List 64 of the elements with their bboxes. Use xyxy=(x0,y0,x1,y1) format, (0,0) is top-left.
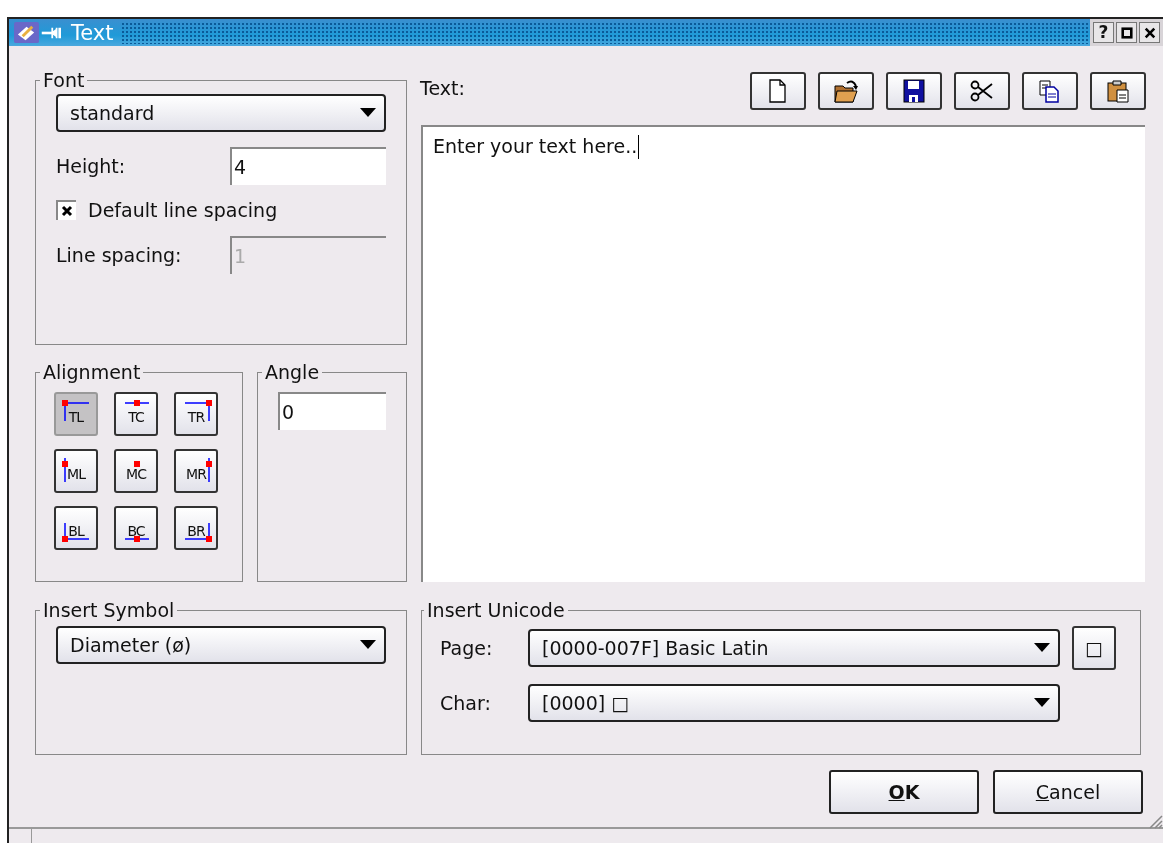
group-title: Font xyxy=(42,70,86,90)
field-label: Page: xyxy=(440,637,494,659)
char-dropdown[interactable]: [0000] □ xyxy=(528,684,1060,722)
app-icon[interactable] xyxy=(13,21,40,44)
folder-icon xyxy=(833,78,859,104)
anchor-icon xyxy=(124,536,150,542)
symbol-dropdown[interactable]: Diameter (ø) xyxy=(56,626,386,664)
window-title: Text xyxy=(71,19,114,46)
anchor-icon xyxy=(184,522,212,542)
text-cursor xyxy=(638,135,640,159)
toolbar-button[interactable] xyxy=(954,72,1010,110)
toolbar-button[interactable] xyxy=(818,72,874,110)
anchor-icon xyxy=(62,457,68,483)
editor-text: Enter your text here.. xyxy=(433,135,638,157)
angle-field[interactable]: 0 xyxy=(278,392,386,430)
anchor-icon xyxy=(62,400,90,422)
alignment-button[interactable]: ML xyxy=(54,449,98,493)
alignment-button[interactable]: BR xyxy=(174,506,218,550)
toolbar-button[interactable] xyxy=(1090,72,1146,110)
group-title: Angle xyxy=(264,362,321,382)
insert-char-button[interactable]: □ xyxy=(1072,626,1116,670)
anchor-icon xyxy=(62,522,90,542)
alignment-button[interactable]: TR xyxy=(174,392,218,436)
dialog-button[interactable]: Cancel xyxy=(993,770,1143,814)
alignment-button[interactable]: TL xyxy=(54,392,98,436)
alignment-button[interactable]: BL xyxy=(54,506,98,550)
alignment-button[interactable]: BC xyxy=(114,506,158,550)
dropdown-arrow-icon xyxy=(360,108,376,118)
toolbar-button[interactable] xyxy=(1022,72,1078,110)
alignment-button[interactable]: MR xyxy=(174,449,218,493)
group-title: Insert Unicode xyxy=(426,600,566,620)
dropdown-arrow-icon xyxy=(1034,698,1050,708)
group-title: Alignment xyxy=(42,362,142,382)
text-editor[interactable]: Enter your text here.. xyxy=(421,125,1145,582)
anchor-icon xyxy=(206,457,212,483)
maximize-button[interactable] xyxy=(1116,22,1137,43)
scissors-icon xyxy=(969,78,995,104)
dropdown-arrow-icon xyxy=(1034,643,1050,653)
resize-grip-icon[interactable] xyxy=(1147,813,1163,829)
toolbar-button[interactable] xyxy=(886,72,942,110)
field-label: Height: xyxy=(56,155,126,177)
field-label: Char: xyxy=(440,692,492,714)
alignment-button[interactable]: TC xyxy=(114,392,158,436)
dialog-button[interactable]: OK xyxy=(829,770,979,814)
close-icon xyxy=(1143,26,1156,39)
clipboard-icon xyxy=(1105,78,1131,104)
page-dropdown[interactable]: [0000-007F] Basic Latin xyxy=(528,629,1060,667)
text-label: Text: xyxy=(420,77,465,99)
checkbox-label: Default line spacing xyxy=(88,199,278,221)
help-button[interactable]: ? xyxy=(1093,22,1114,43)
checkbox[interactable] xyxy=(56,200,76,220)
anchor-icon xyxy=(184,400,212,422)
font-dropdown[interactable]: standard xyxy=(56,94,386,132)
field-label: Line spacing: xyxy=(56,244,182,266)
toolbar-button[interactable] xyxy=(750,72,806,110)
check-mark-icon xyxy=(61,205,73,217)
maximize-icon xyxy=(1120,26,1133,39)
anchor-icon xyxy=(134,461,140,467)
close-button[interactable] xyxy=(1139,22,1160,43)
group-title: Insert Symbol xyxy=(42,600,176,620)
dropdown-arrow-icon xyxy=(360,640,376,650)
anchor-icon xyxy=(124,400,150,406)
height-field[interactable]: 4 xyxy=(230,147,386,185)
alignment-button[interactable]: MC xyxy=(114,449,158,493)
